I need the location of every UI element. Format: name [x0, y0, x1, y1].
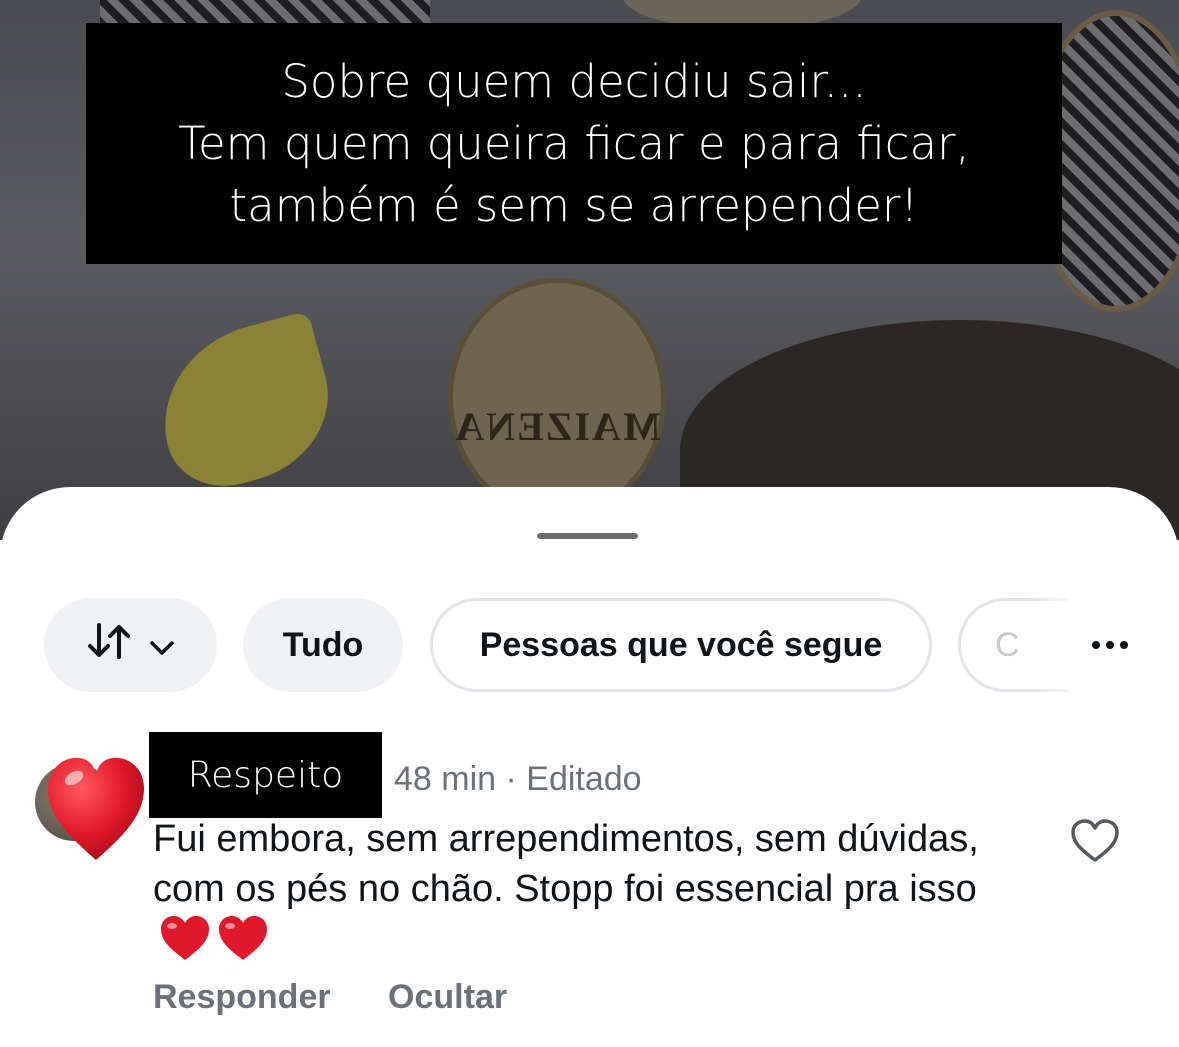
filter-all-chip[interactable]: Tudo	[243, 598, 403, 692]
reply-button[interactable]: Responder	[153, 978, 331, 1016]
comment-author[interactable]: Respeito	[149, 732, 382, 818]
plate-text: MAIZENA	[453, 404, 661, 449]
sort-button[interactable]	[44, 598, 217, 692]
story-caption: Sobre quem decidiu sair... Tem quem quei…	[86, 23, 1062, 264]
more-dot	[1106, 641, 1114, 649]
drag-handle[interactable]	[537, 533, 638, 539]
more-horizontal-icon	[1092, 641, 1100, 649]
more-options-button[interactable]	[1080, 620, 1140, 670]
caption-line-3: também é sem se arrepender!	[229, 178, 919, 232]
comment-text: Fui embora, sem arrependimentos, sem dúv…	[153, 818, 979, 910]
sort-arrows-icon	[87, 621, 131, 670]
more-dot	[1120, 641, 1128, 649]
decor-plate: MAIZENA	[448, 278, 666, 518]
like-button[interactable]	[1070, 818, 1120, 868]
chevron-down-icon	[149, 626, 175, 665]
filter-following-chip[interactable]: Pessoas que você segue	[430, 598, 932, 692]
heart-emoji-icon	[159, 914, 267, 975]
comment-meta: 48 min · Editado	[394, 760, 642, 798]
caption-line-2: Tem quem queira ficar e para ficar,	[178, 116, 970, 170]
heart-sticker-icon	[44, 752, 148, 869]
story-background-photo: MAIZENA Sobre quem decidiu sair... Tem q…	[0, 0, 1179, 540]
decor-flower	[143, 310, 347, 500]
filter-row: Tudo Pessoas que você segue C	[44, 598, 1179, 694]
hide-button[interactable]: Ocultar	[388, 978, 507, 1016]
caption-line-1: Sobre quem decidiu sair...	[281, 54, 867, 108]
comment-actions: Responder Ocultar	[153, 978, 555, 1017]
heart-outline-icon	[1071, 819, 1119, 862]
comment-text-block: Fui embora, sem arrependimentos, sem dúv…	[153, 814, 1003, 975]
